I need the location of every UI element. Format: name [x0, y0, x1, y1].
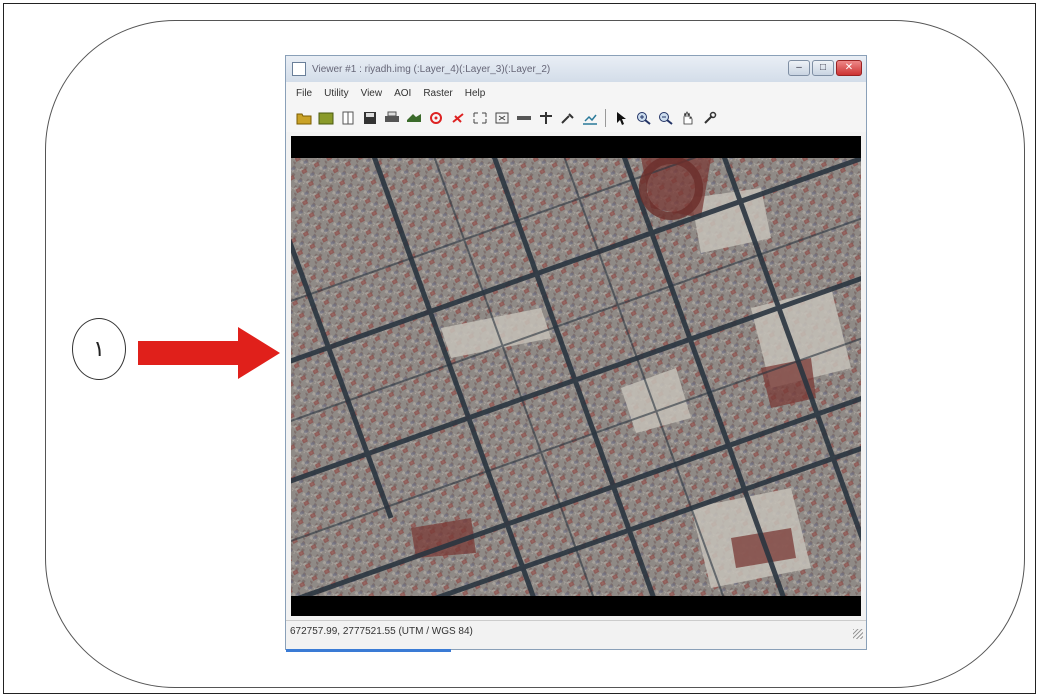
pan-hand-icon[interactable] — [678, 109, 697, 128]
save-icon[interactable] — [360, 109, 379, 128]
print-icon[interactable] — [382, 109, 401, 128]
reset-icon[interactable] — [492, 109, 511, 128]
step-number: ١ — [93, 336, 105, 362]
chart-icon[interactable] — [580, 109, 599, 128]
status-bar: 672757.99, 2777521.55 (UTM / WGS 84) — [286, 620, 866, 642]
viewer-top-margin — [291, 136, 861, 158]
fit-icon[interactable] — [470, 109, 489, 128]
window-title: Viewer #1 : riyadh.img (:Layer_4)(:Layer… — [312, 63, 551, 75]
satellite-image-canvas[interactable] — [291, 158, 861, 596]
satellite-image — [291, 158, 861, 596]
layer-icon[interactable] — [404, 109, 423, 128]
menu-aoi[interactable]: AOI — [390, 88, 415, 99]
ruler-icon[interactable] — [514, 109, 533, 128]
resize-grip-icon[interactable] — [853, 629, 863, 639]
tools-icon[interactable] — [558, 109, 577, 128]
cursor-coordinates: 672757.99, 2777521.55 (UTM / WGS 84) — [290, 626, 473, 637]
open-raster-icon[interactable] — [316, 109, 335, 128]
menu-help[interactable]: Help — [461, 88, 490, 99]
viewer-window: Viewer #1 : riyadh.img (:Layer_4)(:Layer… — [285, 55, 867, 652]
minimize-icon[interactable]: – — [788, 60, 810, 76]
app-icon — [292, 62, 306, 76]
maximize-icon[interactable]: □ — [812, 60, 834, 76]
pointer-icon[interactable] — [612, 109, 631, 128]
toolbar-separator — [605, 109, 606, 127]
menu-view[interactable]: View — [357, 88, 387, 99]
viewer-bottom-margin — [291, 596, 861, 616]
crosshair-icon[interactable] — [536, 109, 555, 128]
menu-bar: File Utility View AOI Raster Help — [286, 82, 866, 104]
toolbar — [286, 104, 866, 132]
menu-raster[interactable]: Raster — [419, 88, 456, 99]
inquire-icon[interactable] — [700, 109, 719, 128]
arrow-right-icon — [138, 327, 280, 379]
step-number-badge: ١ — [72, 318, 126, 380]
zoom-in-icon[interactable] — [634, 109, 653, 128]
measure-red-icon[interactable] — [448, 109, 467, 128]
target-red-icon[interactable] — [426, 109, 445, 128]
status-accent-bar — [286, 649, 451, 652]
zoom-out-icon[interactable] — [656, 109, 675, 128]
menu-file[interactable]: File — [292, 88, 316, 99]
window-controls: – □ ✕ — [788, 60, 862, 76]
close-icon[interactable]: ✕ — [836, 60, 862, 76]
open-icon[interactable] — [294, 109, 313, 128]
page-icon[interactable] — [338, 109, 357, 128]
menu-utility[interactable]: Utility — [320, 88, 352, 99]
title-bar[interactable]: Viewer #1 : riyadh.img (:Layer_4)(:Layer… — [286, 56, 866, 82]
